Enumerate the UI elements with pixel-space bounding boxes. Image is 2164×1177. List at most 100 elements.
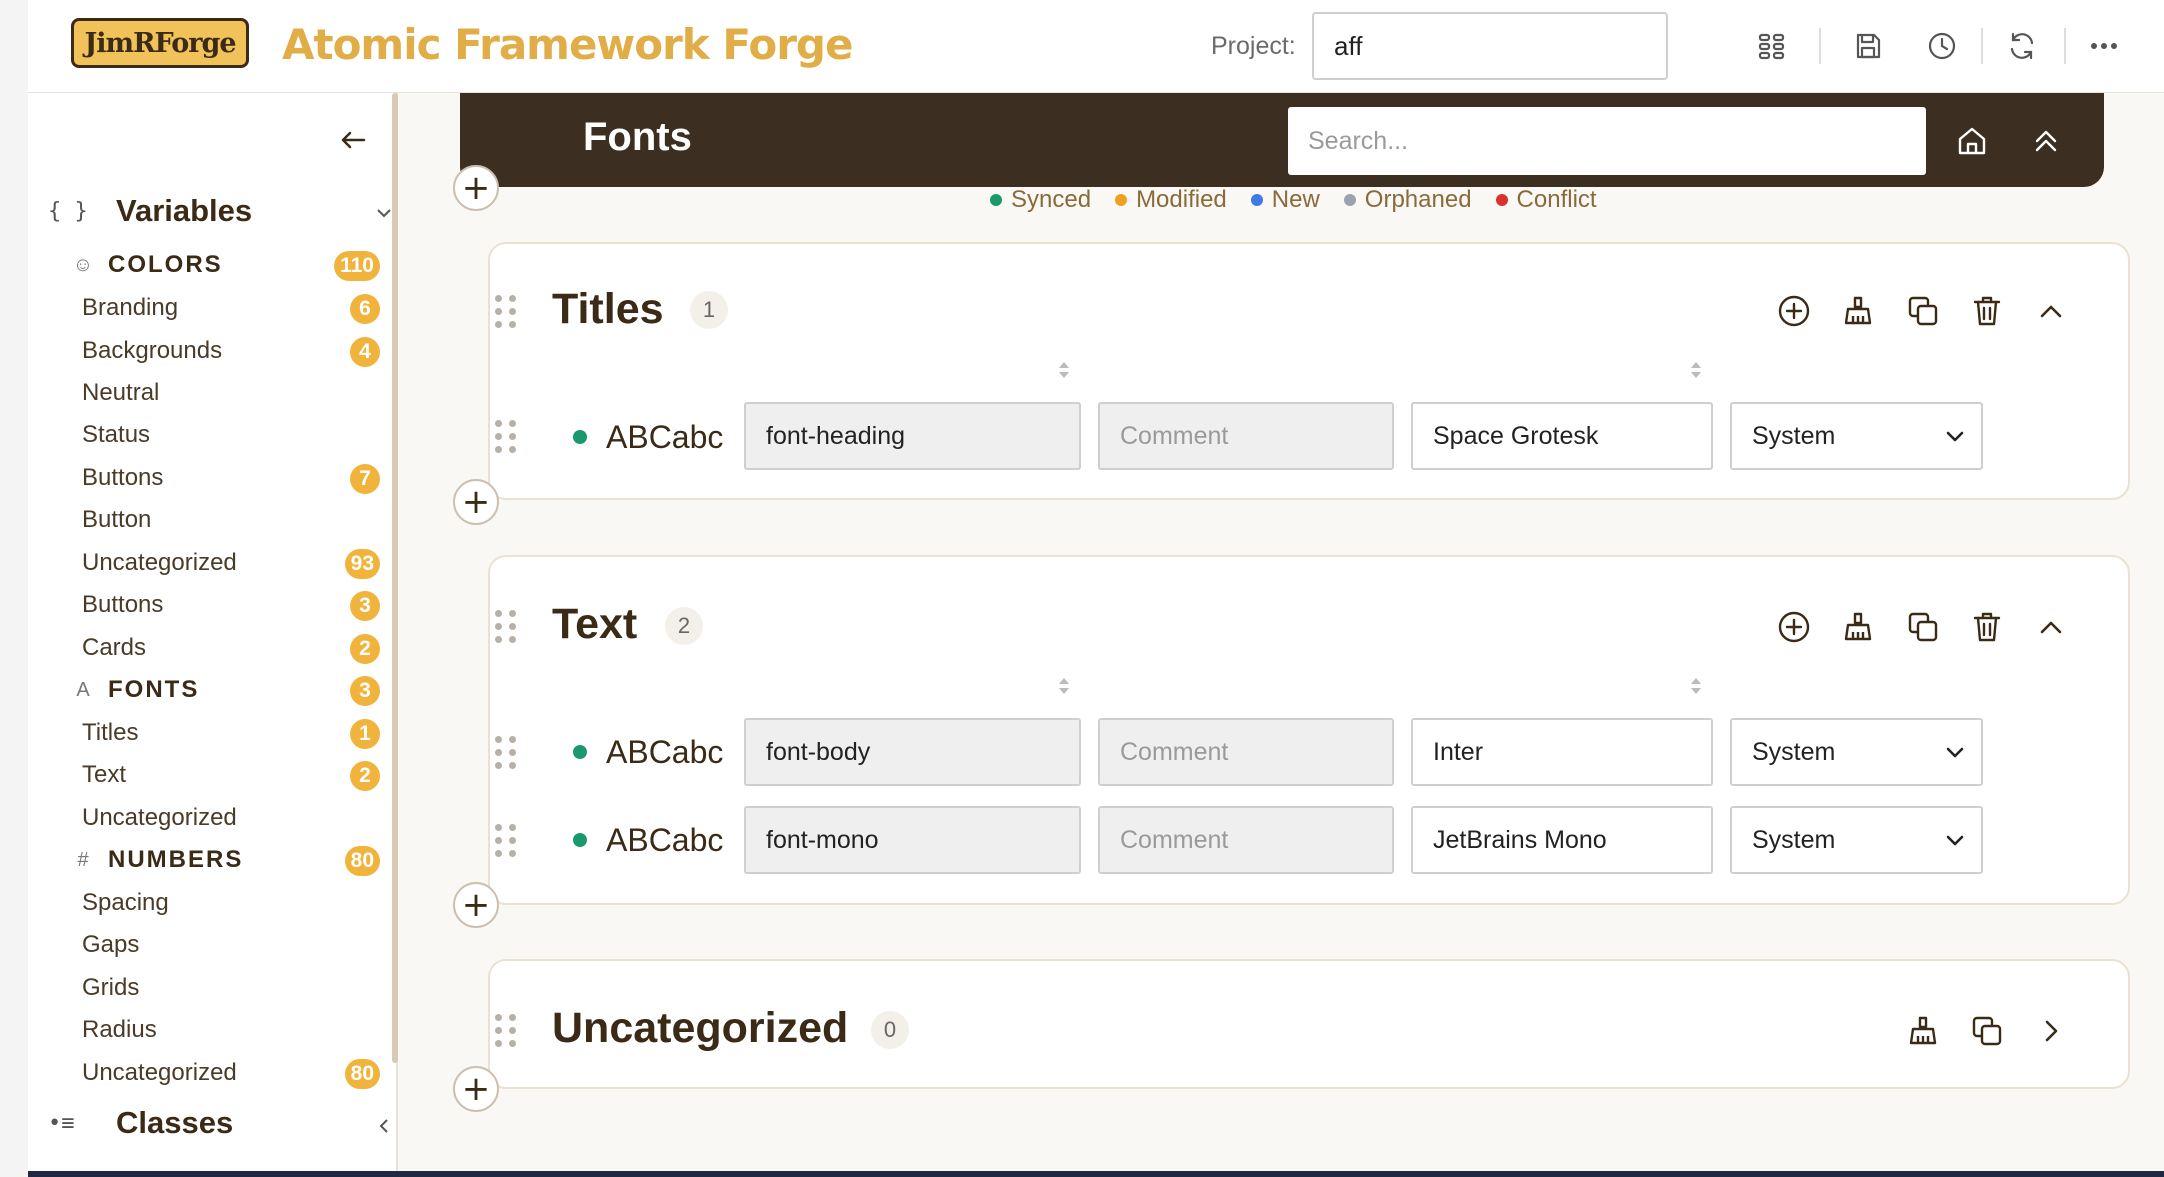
trash-icon[interactable]	[1967, 291, 2007, 331]
variable-name-field[interactable]	[744, 402, 1081, 470]
comment-field[interactable]	[1098, 806, 1394, 874]
sidebar-item-uncategorized[interactable]: Uncategorized	[82, 798, 380, 838]
sort-icon[interactable]	[1056, 675, 1072, 697]
sidebar-item-label: Grids	[82, 974, 140, 1001]
sort-icon[interactable]	[1056, 359, 1072, 381]
font-value-field[interactable]	[1411, 718, 1713, 786]
project-input[interactable]	[1312, 12, 1668, 80]
duplicate-icon[interactable]	[1903, 291, 1943, 331]
add-variable-icon[interactable]	[1774, 291, 1814, 331]
group-title[interactable]: Uncategorized	[552, 1004, 848, 1053]
sort-icon[interactable]	[1688, 359, 1704, 381]
chevron-up-icon[interactable]	[2031, 291, 2071, 331]
drag-handle-icon[interactable]	[495, 294, 517, 328]
sidebar-scrollbar[interactable]	[392, 93, 398, 1063]
variable-name-field[interactable]	[744, 718, 1081, 786]
chevron-right-icon[interactable]	[2031, 1011, 2071, 1051]
comment-field[interactable]	[1098, 402, 1394, 470]
drag-handle-icon[interactable]	[495, 609, 517, 643]
clean-broom-icon[interactable]	[1838, 291, 1878, 331]
sidebar-item-status[interactable]: Status	[82, 415, 380, 455]
duplicate-icon[interactable]	[1967, 1011, 2007, 1051]
sidebar-item-buttons[interactable]: Buttons 7	[82, 458, 380, 498]
legend-conflict: Conflict	[1495, 186, 1597, 214]
sidebar-item-uncategorized[interactable]: Uncategorized 80	[82, 1053, 380, 1093]
add-group-button[interactable]: +	[453, 165, 499, 211]
sync-icon[interactable]	[2004, 28, 2040, 64]
project-label: Project:	[1211, 32, 1296, 60]
list-icon: •≡	[48, 1110, 75, 1136]
chevron-down-icon	[1946, 431, 1964, 442]
sidebar-item-text[interactable]: Text 2	[82, 755, 380, 795]
chevron-left-icon[interactable]	[369, 1111, 399, 1141]
classes-section-header[interactable]: •≡ Classes	[48, 1105, 233, 1141]
select-value: System	[1752, 825, 1836, 854]
conflict-dot	[1495, 194, 1508, 206]
sidebar-item-titles[interactable]: Titles 1	[82, 713, 380, 753]
chevron-down-icon[interactable]	[369, 198, 399, 228]
sidebar-item-label: Button	[82, 506, 152, 533]
category-fonts[interactable]: A FONTS 3	[68, 670, 380, 710]
count-badge: 6	[350, 294, 380, 324]
legend-label: Synced	[1011, 186, 1092, 213]
search-input[interactable]	[1288, 107, 1926, 175]
sort-icon[interactable]	[1688, 675, 1704, 697]
chevron-up-icon[interactable]	[2031, 607, 2071, 647]
count-badge: 3	[350, 591, 380, 621]
sidebar-item-neutral[interactable]: Neutral	[82, 373, 380, 413]
grid-icon[interactable]	[1754, 28, 1790, 64]
orphaned-dot	[1343, 194, 1356, 206]
category-label: NUMBERS	[108, 846, 244, 873]
palette-icon: ☺	[72, 253, 94, 276]
drag-handle-icon[interactable]	[495, 1013, 517, 1047]
font-value-field[interactable]	[1411, 402, 1713, 470]
variables-section-header[interactable]: { } Variables	[48, 193, 252, 229]
sidebar-item-buttons[interactable]: Buttons 3	[82, 585, 380, 625]
clean-broom-icon[interactable]	[1903, 1011, 1943, 1051]
sidebar-item-grids[interactable]: Grids	[82, 968, 380, 1008]
sidebar-item-cards[interactable]: Cards 2	[82, 628, 380, 668]
drag-handle-icon[interactable]	[495, 823, 517, 857]
add-variable-button[interactable]: +	[453, 882, 499, 928]
font-preview: ABCabc	[606, 734, 724, 770]
comment-field[interactable]	[1098, 718, 1394, 786]
collapse-all-icon[interactable]	[2026, 121, 2066, 161]
more-icon[interactable]	[2086, 28, 2122, 64]
category-colors[interactable]: ☺ COLORS 110	[68, 245, 380, 285]
add-variable-button[interactable]: +	[453, 1066, 499, 1112]
sidebar-item-label: Uncategorized	[82, 1059, 237, 1086]
collapse-sidebar-button[interactable]	[333, 120, 373, 160]
drag-handle-icon[interactable]	[495, 419, 517, 453]
save-icon[interactable]	[1850, 28, 1886, 64]
sidebar-item-radius[interactable]: Radius	[82, 1010, 380, 1050]
new-dot	[1250, 194, 1263, 206]
font-type-select[interactable]: System	[1730, 718, 1983, 786]
sidebar-item-branding[interactable]: Branding 6	[82, 288, 380, 328]
add-variable-button[interactable]: +	[453, 479, 499, 525]
group-title[interactable]: Titles	[552, 285, 664, 334]
sidebar-item-backgrounds[interactable]: Backgrounds 4	[82, 331, 380, 371]
history-icon[interactable]	[1924, 28, 1960, 64]
font-value-field[interactable]	[1411, 806, 1713, 874]
group-title[interactable]: Text	[552, 600, 637, 649]
home-icon[interactable]	[1952, 121, 1992, 161]
trash-icon[interactable]	[1967, 607, 2007, 647]
font-type-select[interactable]: System	[1730, 402, 1983, 470]
sidebar-item-uncategorized[interactable]: Uncategorized 93	[82, 543, 380, 583]
app-logo[interactable]: JimRForge	[71, 18, 249, 68]
sidebar-item-gaps[interactable]: Gaps	[82, 925, 380, 965]
sidebar-item-spacing[interactable]: Spacing	[82, 883, 380, 923]
count-badge: 1	[350, 719, 380, 749]
drag-handle-icon[interactable]	[495, 735, 517, 769]
category-numbers[interactable]: # NUMBERS 80	[68, 840, 380, 880]
sidebar-item-label: Titles	[82, 719, 139, 746]
font-type-select[interactable]: System	[1730, 806, 1983, 874]
header-divider	[1819, 28, 1821, 64]
variable-name-field[interactable]	[744, 806, 1081, 874]
add-variable-icon[interactable]	[1774, 607, 1814, 647]
header-divider	[2064, 28, 2066, 64]
font-preview: ABCabc	[606, 419, 724, 455]
sidebar-item-button[interactable]: Button	[82, 500, 380, 540]
clean-broom-icon[interactable]	[1838, 607, 1878, 647]
duplicate-icon[interactable]	[1903, 607, 1943, 647]
